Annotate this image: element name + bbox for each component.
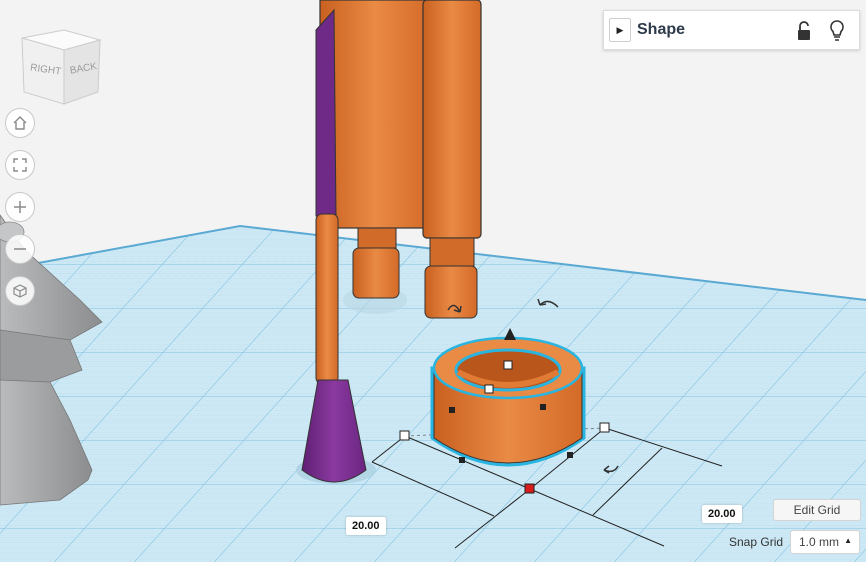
selected-tube-shape[interactable]	[430, 336, 586, 467]
panel-title: Shape	[637, 21, 686, 38]
plus-icon	[14, 201, 26, 213]
workplane-scene[interactable]: RIGHT BACK	[0, 0, 866, 562]
minus-icon	[14, 248, 26, 250]
view-cube[interactable]: RIGHT BACK	[21, 29, 102, 105]
fit-view-button[interactable]	[5, 150, 35, 180]
resize-handle	[399, 430, 410, 441]
zoom-in-button[interactable]	[5, 192, 35, 222]
snap-grid-label: Snap Grid	[729, 535, 784, 549]
resize-handle	[484, 384, 494, 394]
snap-grid-value: 1.0 mm	[799, 535, 840, 549]
home-icon	[13, 116, 27, 130]
snap-grid-select[interactable]: 1.0 mm ▲	[790, 530, 860, 554]
caret-up-icon: ▲	[844, 536, 852, 545]
home-view-button[interactable]	[5, 108, 35, 138]
zoom-out-button[interactable]	[5, 234, 35, 264]
resize-handle	[524, 483, 535, 494]
lightbulb-icon[interactable]	[828, 19, 846, 43]
caret-right-icon: ▶	[616, 24, 624, 35]
edit-grid-button[interactable]: Edit Grid	[773, 499, 861, 521]
height-handle	[503, 360, 513, 370]
cube-icon	[13, 284, 27, 298]
unlock-icon[interactable]	[795, 20, 813, 42]
panel-expand-button[interactable]: ▶	[609, 18, 631, 42]
fit-all-icon	[13, 158, 27, 172]
depth-dimension-label[interactable]: 20.00	[702, 505, 742, 523]
shape-inspector-panel: ▶ Shape	[603, 10, 860, 50]
projection-button[interactable]	[5, 276, 35, 306]
resize-handle	[599, 422, 610, 433]
width-dimension-label[interactable]: 20.00	[346, 517, 386, 535]
